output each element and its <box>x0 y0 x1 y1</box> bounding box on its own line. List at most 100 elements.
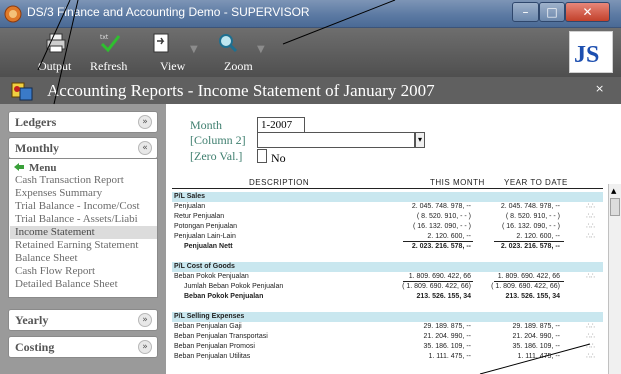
row-detail-icon[interactable]: ∴∴ <box>586 222 595 230</box>
row-description: Beban Pokok Penjualan <box>184 293 264 300</box>
row-description: P/L Cost of Goods <box>174 263 235 270</box>
close-report-button[interactable]: × <box>595 82 604 95</box>
row-description: Retur Penjualan <box>174 213 225 220</box>
menu-title: Menu <box>29 162 57 174</box>
sidebar-section-label: Yearly <box>15 313 49 327</box>
row-year-to-date: 21. 204. 990, -- <box>512 333 560 340</box>
accounting-reports-icon <box>11 82 33 101</box>
row-description: Jumlah Beban Pokok Penjualan <box>184 283 284 290</box>
report-scrollbar[interactable]: ▲ <box>608 184 621 374</box>
row-detail-icon[interactable]: ∴∴ <box>586 352 595 360</box>
row-this-month: 2. 023. 216. 578, -- <box>411 243 471 250</box>
row-this-month: ( 8. 520. 910, - - ) <box>416 213 471 220</box>
row-description: Beban Penjualan Gaji <box>174 323 242 330</box>
report-main: Month 1-2007 [Column 2] ▾ [Zero Val.] No… <box>166 104 621 374</box>
report-section-row: P/L Sales <box>172 192 603 202</box>
zero-value-text: No <box>271 151 286 165</box>
row-detail-icon[interactable]: ∴∴ <box>586 322 595 330</box>
row-this-month: 2. 120. 600, -- <box>427 233 471 240</box>
js-logo-icon: JS <box>574 42 599 68</box>
row-year-to-date: 213. 526. 155, 34 <box>505 293 561 300</box>
menu-item-trial-balance-income-cost[interactable]: Trial Balance - Income/Cost <box>10 200 157 213</box>
row-year-to-date: ( 8. 520. 910, - - ) <box>505 213 560 220</box>
header-divider <box>172 188 603 189</box>
row-description: Beban Pokok Penjualan <box>174 273 249 280</box>
menu-item-balance-sheet[interactable]: Balance Sheet <box>10 252 157 265</box>
report-row: Beban Penjualan Utilitas 1. 111. 475, -- 1… <box>172 352 603 362</box>
row-year-to-date: 1. 111. 475, -- <box>517 353 560 360</box>
menu-item-cash-transaction-report[interactable]: Cash Transaction Report <box>10 174 157 187</box>
scroll-up-arrow-icon[interactable]: ▲ <box>611 187 616 195</box>
report-row: Penjualan 2. 045. 748. 978, -- 2. 045. 748… <box>172 202 603 212</box>
chevron-expand-icon[interactable]: » <box>138 340 152 354</box>
menu-item-detailed-balance-sheet[interactable]: Detailed Balance Sheet <box>10 278 157 291</box>
row-this-month: 1. 111. 475, -- <box>428 353 471 360</box>
view-dropdown-arrow[interactable]: ▼ <box>190 44 198 55</box>
menu-item-cash-flow-report[interactable]: Cash Flow Report <box>10 265 157 278</box>
row-this-month: 213. 526. 155, 34 <box>416 293 472 300</box>
report-row: Beban Pokok Penjualan 213. 526. 155, 34 21… <box>172 292 603 302</box>
row-year-to-date: 2. 023. 216. 578, -- <box>500 243 560 250</box>
report-row <box>172 252 603 262</box>
row-description: Beban Penjualan Utilitas <box>174 353 251 360</box>
output-label: Output <box>38 59 72 73</box>
row-year-to-date: 1. 809. 690. 422, 66 <box>497 273 560 280</box>
page-title: Accounting Reports - Income Statement of… <box>47 81 435 100</box>
sidebar-section-monthly[interactable]: Monthly « <box>8 137 158 159</box>
menu-item-trial-balance-assets-liabilities[interactable]: Trial Balance - Assets/Liabi <box>10 213 157 226</box>
column-header-this-month: THIS MONTH <box>430 178 485 187</box>
row-year-to-date: 35. 186. 109, -- <box>512 343 560 350</box>
column2-select[interactable] <box>257 132 415 148</box>
sidebar-section-label: Costing <box>15 340 55 354</box>
minimize-button[interactable]: – <box>512 2 539 22</box>
column-header-year-to-date: YEAR TO DATE <box>504 178 568 187</box>
chevron-down-icon[interactable]: ▾ <box>415 132 425 148</box>
menu-item-retained-earning-statement[interactable]: Retained Earning Statement <box>10 239 157 252</box>
chevron-collapse-icon[interactable]: « <box>138 141 152 155</box>
sidebar-section-ledgers[interactable]: Ledgers » <box>8 111 158 133</box>
menu-arrow-icon <box>14 163 24 171</box>
row-detail-icon[interactable]: ∴∴ <box>586 212 595 220</box>
report-row: Beban Penjualan Promosi 35. 186. 109, -- 3… <box>172 342 603 352</box>
income-statement-report: DESCRIPTION THIS MONTH YEAR TO DATE P/L … <box>166 174 606 374</box>
refresh-label: Refresh <box>90 59 128 73</box>
printer-icon <box>46 33 66 53</box>
app-icon <box>4 5 22 23</box>
row-description: P/L Sales <box>174 193 206 200</box>
row-this-month: 1. 809. 690. 422, 66 <box>408 273 471 280</box>
column2-label: [Column 2] <box>190 133 246 147</box>
row-detail-icon[interactable]: ∴∴ <box>586 232 595 240</box>
row-description: Penjualan Lain-Lain <box>174 233 236 240</box>
menu-item-income-statement[interactable]: Income Statement <box>10 226 157 239</box>
row-year-to-date: ( 1. 809. 690. 422, 66) <box>491 283 560 290</box>
subtotal-underline <box>494 241 564 242</box>
report-row: Jumlah Beban Pokok Penjualan ( 1. 809. 69… <box>172 282 603 292</box>
sidebar-section-label: Monthly <box>15 141 60 155</box>
svg-text:txt: txt <box>100 34 109 41</box>
report-row: Penjualan Nett 2. 023. 216. 578, -- 2. 023… <box>172 242 603 252</box>
row-description: Penjualan <box>174 203 206 210</box>
svg-text:JS: JS <box>574 42 599 68</box>
close-window-button[interactable]: ✕ <box>565 2 610 22</box>
zoom-dropdown-arrow[interactable]: ▼ <box>257 44 265 55</box>
report-row: Beban Penjualan Gaji 29. 189. 875, -- 29. … <box>172 322 603 332</box>
row-detail-icon[interactable]: ∴∴ <box>586 272 595 280</box>
sidebar-section-costing[interactable]: Costing » <box>8 336 158 358</box>
row-detail-icon[interactable]: ∴∴ <box>586 202 595 210</box>
menu-item-expenses-summary[interactable]: Expenses Summary <box>10 187 157 200</box>
sidebar-section-yearly[interactable]: Yearly » <box>8 309 158 331</box>
scroll-thumb[interactable] <box>610 198 620 216</box>
chevron-expand-icon[interactable]: » <box>138 313 152 327</box>
row-detail-icon[interactable]: ∴∴ <box>586 332 595 340</box>
subtotal-underline <box>494 281 564 282</box>
month-field[interactable]: 1-2007 <box>257 117 305 133</box>
chevron-expand-icon[interactable]: » <box>138 115 152 129</box>
monthly-menu-panel: Menu Cash Transaction Report Expenses Su… <box>8 158 158 298</box>
row-this-month: ( 16. 132. 090, - - ) <box>413 223 471 230</box>
row-this-month: 35. 186. 109, -- <box>423 343 471 350</box>
row-detail-icon[interactable]: ∴∴ <box>586 342 595 350</box>
zero-value-checkbox[interactable] <box>257 149 267 163</box>
maximize-button[interactable]: □ <box>539 2 565 22</box>
zero-value-label: [Zero Val.] <box>190 149 243 163</box>
row-description: Beban Penjualan Promosi <box>174 343 255 350</box>
